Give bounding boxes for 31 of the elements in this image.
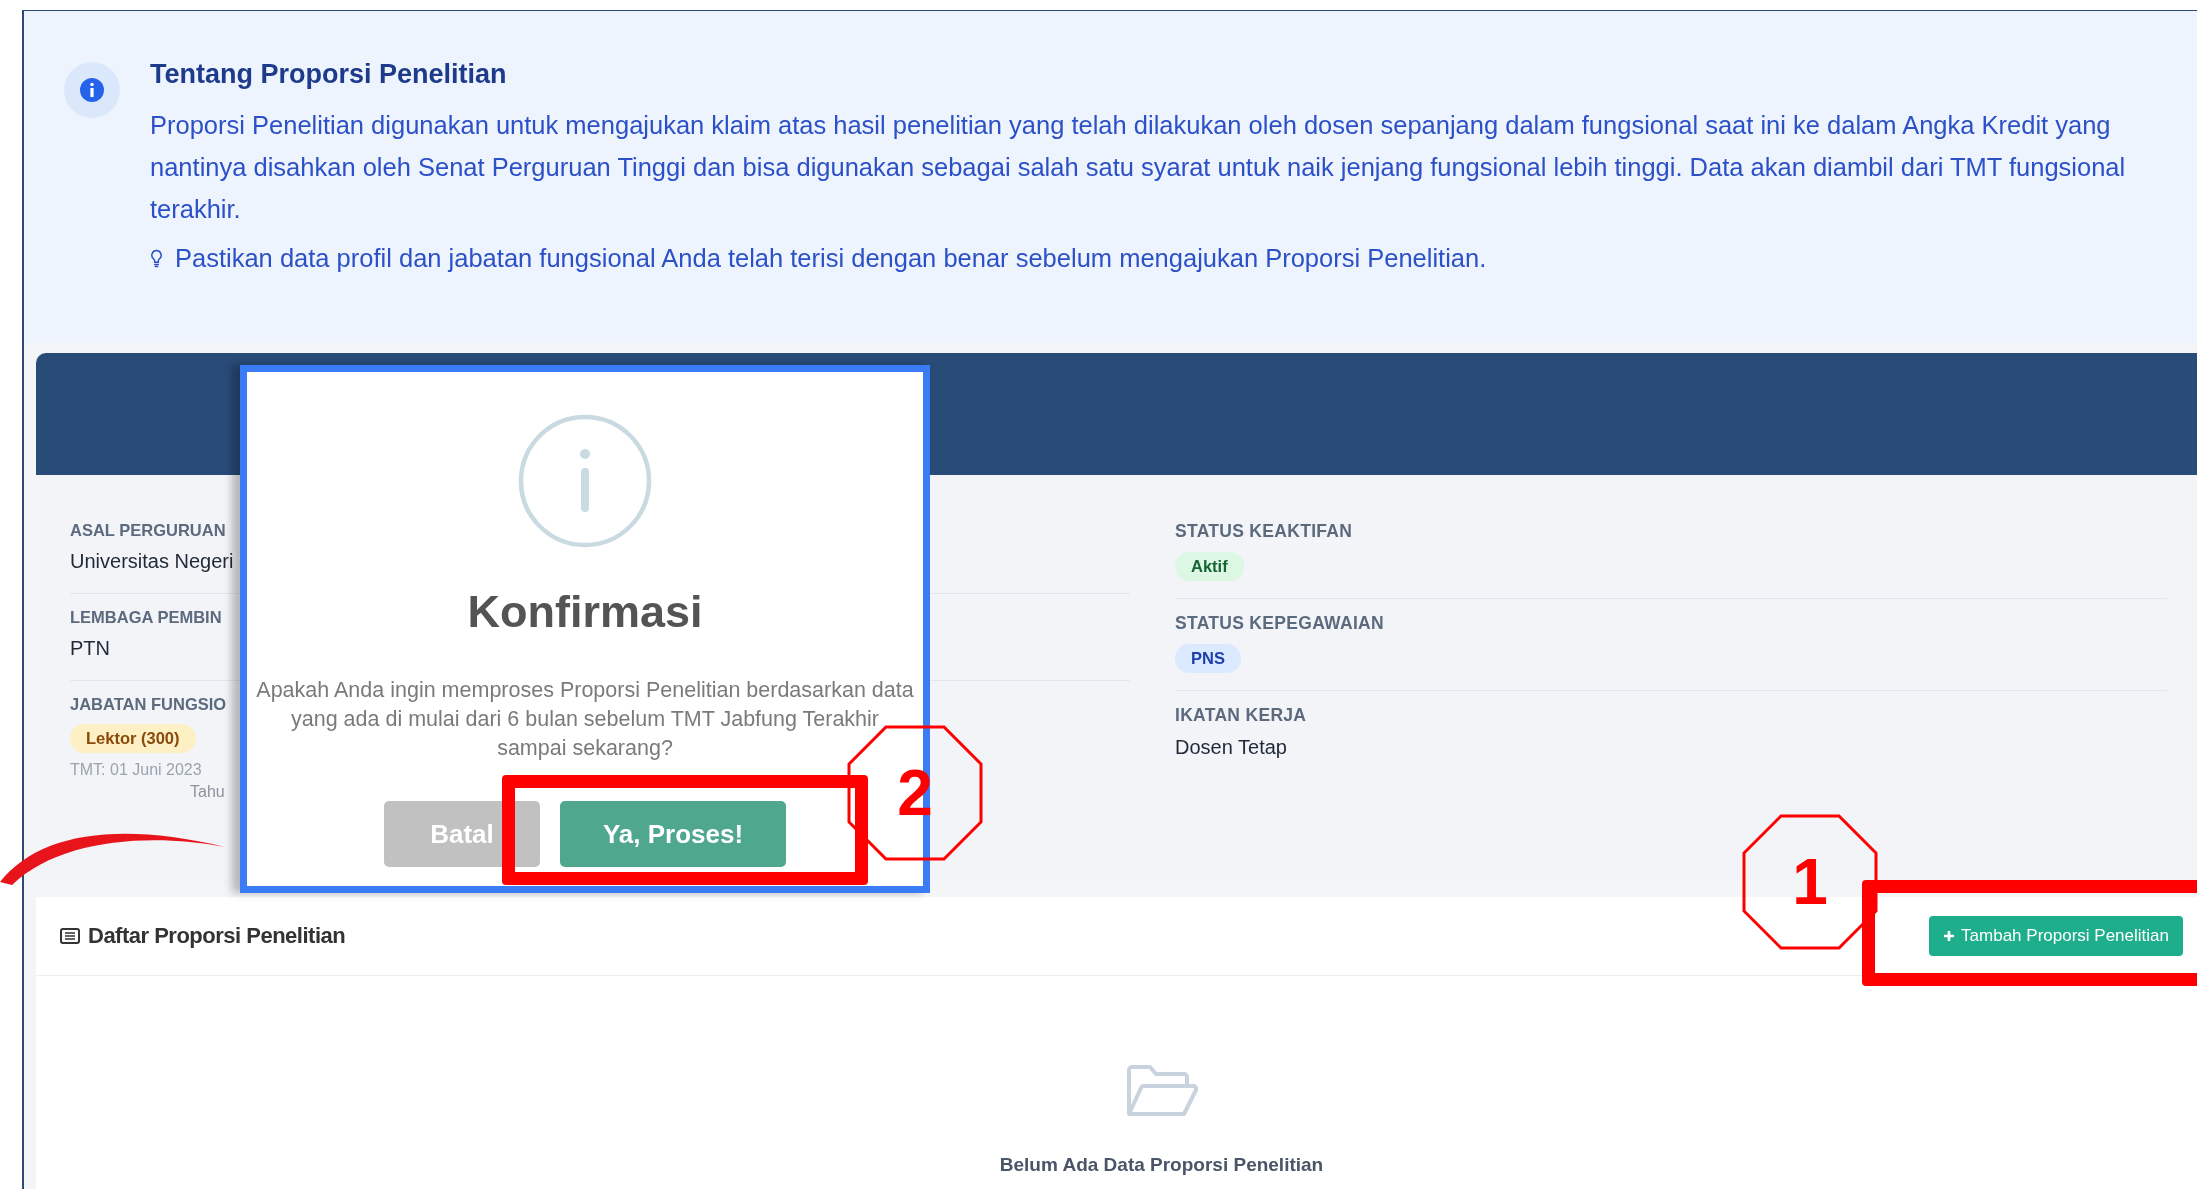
field-value: Universitas Negeri [70, 550, 234, 573]
field-label: IKATAN KERJA [1175, 705, 1307, 726]
confirm-button[interactable]: Ya, Proses! [560, 801, 786, 867]
plus-icon [1943, 930, 1956, 942]
info-tip: Pastikan data profil dan jabatan fungsional Anda telah terisi dengan benar sebelum mengajukan Proporsi Penelitian. [175, 244, 1487, 273]
field-note: TMT: 01 Juni 2023 [70, 761, 202, 779]
info-title: Tentang Proporsi Penelitian [150, 59, 508, 90]
status-badge: Aktif [1175, 552, 1244, 581]
lightbulb-icon [150, 249, 163, 268]
status-badge: PNS [1175, 644, 1241, 673]
info-icon [518, 414, 652, 548]
folder-icon [1125, 1064, 1198, 1118]
field-label: JABATAN FUNGSIO [70, 695, 227, 714]
cancel-button[interactable]: Batal [384, 801, 540, 867]
add-button[interactable]: Tambah Proporsi Penelitian [1929, 916, 2183, 956]
field-label: STATUS KEPEGAWAIAN [1175, 613, 1384, 634]
field-label: ASAL PERGURUAN [70, 521, 226, 540]
info-paragraph: Proporsi Penelitian digunakan untuk mengajukan klaim atas hasil penelitian yang telah dilakukan oleh dosen sepanjang dalam fungsional saat ini ke dalam Angka Kredit yang nantinya disahkan oleh Senat Perguruan Tinggi dan bisa digunakan sebagai salah satu syarat untuk naik jenjang fungsional lebih tinggi. Data akan diambil dari TMT fungsional terakhir. [150, 110, 2127, 225]
field-value: PTN [70, 637, 110, 660]
info-icon [64, 62, 120, 118]
dialog-message: Apakah Anda ingin memproses Proporsi Penelitian berdasarkan data yang ada di mulai dari 6 bulan sebelum TMT Jabfung Terakhir sampai sekarang? [255, 677, 915, 762]
field-label: STATUS KEAKTIFAN [1175, 521, 1353, 542]
field-note: Tahu [190, 783, 225, 801]
dialog-title: Konfirmasi [467, 586, 703, 638]
list-title: Daftar Proporsi Penelitian [88, 923, 346, 949]
annotation-number: 1 [1792, 845, 1828, 919]
field-value: Dosen Tetap [1175, 736, 1287, 759]
empty-state-text: Belum Ada Data Proporsi Penelitian [999, 1154, 1324, 1176]
field-label: LEMBAGA PEMBIN [70, 608, 222, 627]
list-icon [60, 928, 80, 944]
status-badge: Lektor (300) [70, 724, 196, 753]
